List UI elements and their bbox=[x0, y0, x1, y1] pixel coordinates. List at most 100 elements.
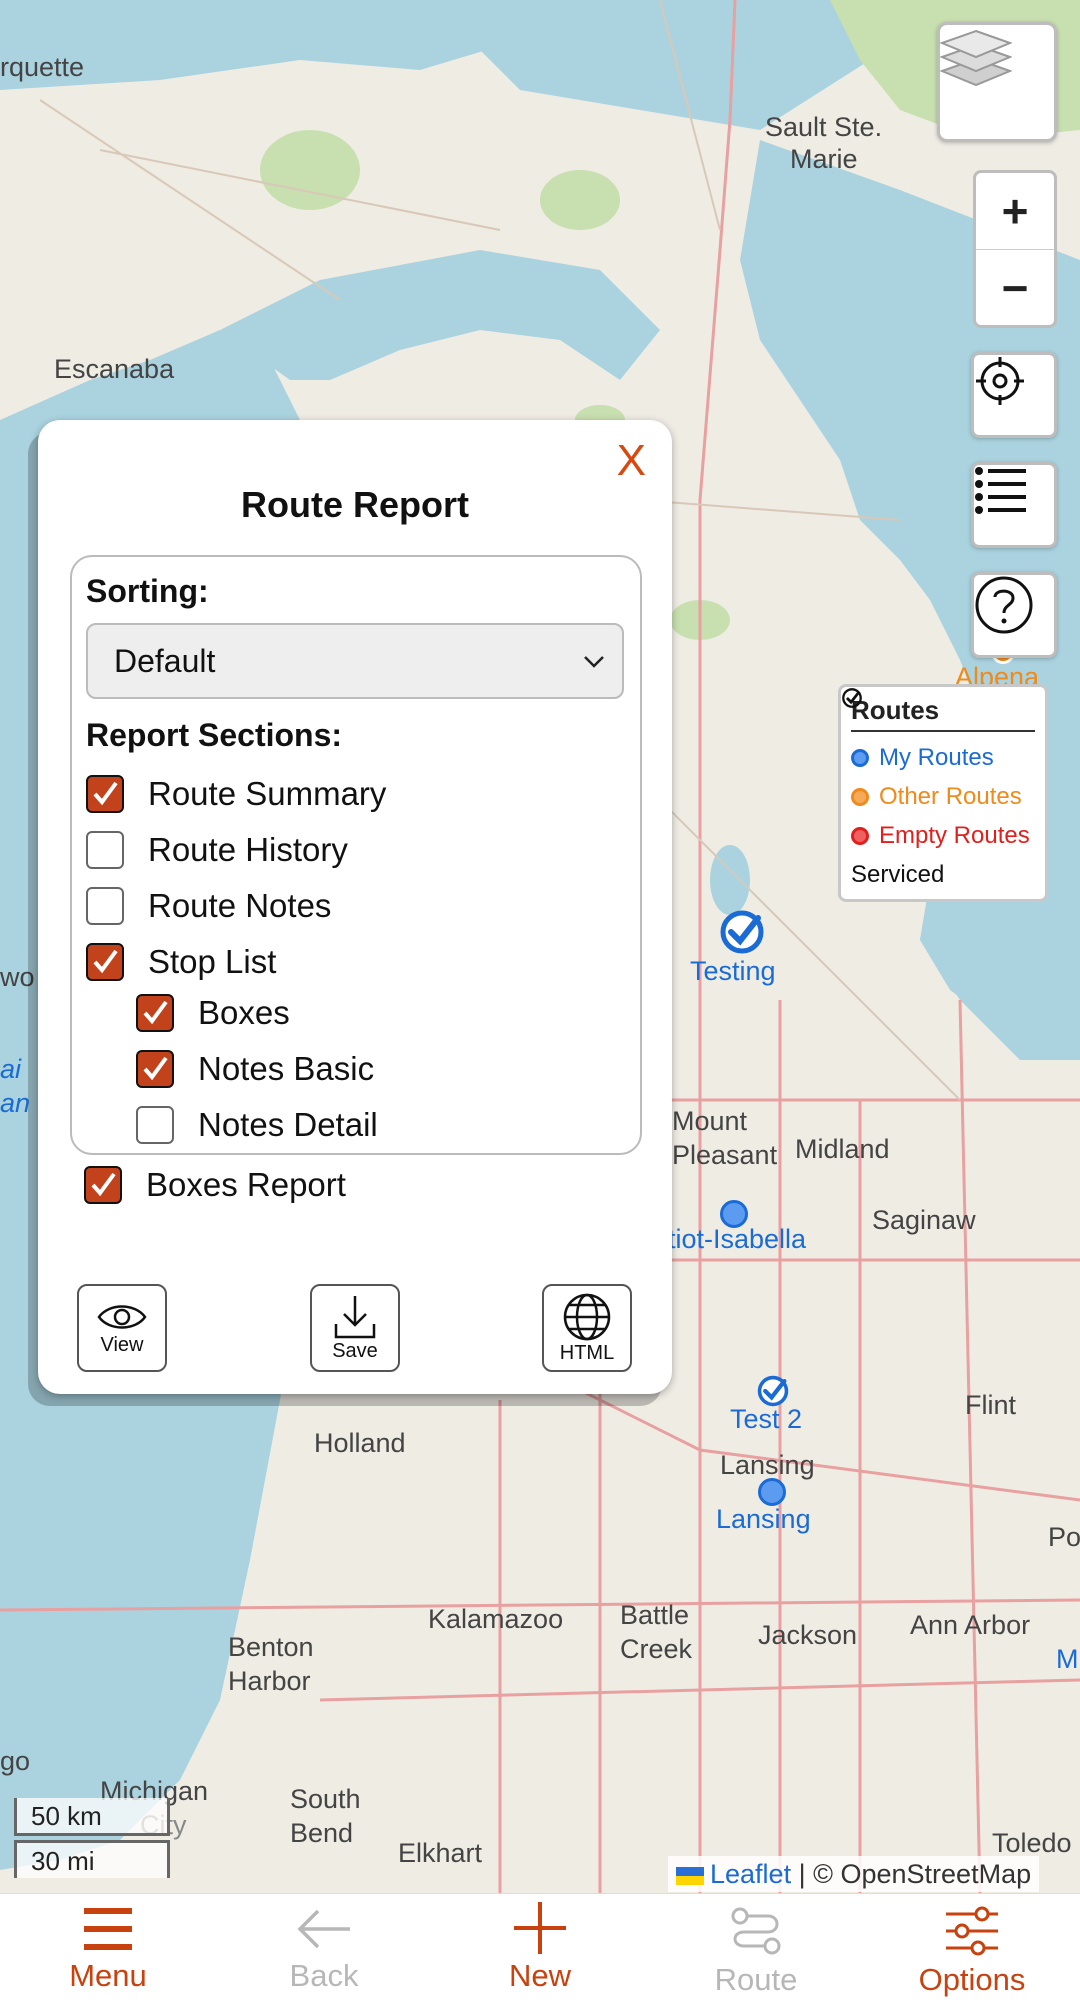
leaflet-link[interactable]: Leaflet bbox=[710, 1859, 791, 1889]
blue-dot-icon bbox=[851, 748, 869, 767]
checkbox-label: Boxes bbox=[198, 994, 290, 1031]
place-label: Lansing bbox=[720, 1450, 815, 1480]
legend-label: Other Routes bbox=[879, 782, 1022, 810]
bottom-nav: Menu Back New Route Options bbox=[0, 1893, 1080, 2016]
place-label: ai bbox=[0, 1054, 22, 1084]
hamburger-icon bbox=[84, 1908, 132, 1950]
route-marker-label: Testing bbox=[690, 956, 776, 986]
legend-title: Routes bbox=[851, 695, 1035, 732]
view-button[interactable]: View bbox=[77, 1284, 167, 1372]
section-route-notes[interactable]: Route Notes bbox=[86, 887, 331, 925]
checkbox-unchecked[interactable] bbox=[86, 831, 124, 869]
route-marker-my[interactable] bbox=[758, 1478, 786, 1506]
checkbox-checked[interactable] bbox=[84, 1166, 122, 1204]
place-label: Flint bbox=[965, 1390, 1017, 1420]
place-label: M bbox=[1056, 1644, 1079, 1674]
place-label: Toledo bbox=[992, 1828, 1072, 1858]
place-label: Po bbox=[1048, 1522, 1080, 1552]
check-circle-icon bbox=[842, 688, 862, 708]
checkbox-label: Route Summary bbox=[148, 775, 387, 812]
list-icon bbox=[975, 467, 1026, 514]
place-label: Jackson bbox=[758, 1620, 858, 1650]
checkbox-label: Route History bbox=[148, 831, 348, 868]
section-notes-basic[interactable]: Notes Basic bbox=[136, 1050, 374, 1088]
section-route-summary[interactable]: Route Summary bbox=[86, 775, 386, 813]
place-label: Saginaw bbox=[872, 1205, 976, 1235]
arrow-left-icon bbox=[297, 1909, 350, 1949]
html-button[interactable]: HTML bbox=[542, 1284, 632, 1372]
nav-new[interactable]: New bbox=[432, 1894, 648, 2016]
nav-new-label: New bbox=[508, 1958, 571, 1993]
checkbox-unchecked[interactable] bbox=[86, 887, 124, 925]
eye-icon bbox=[97, 1304, 147, 1329]
chevron-down-icon bbox=[582, 625, 606, 722]
close-button[interactable]: X bbox=[617, 436, 646, 486]
place-label: wo bbox=[0, 962, 35, 992]
nav-back[interactable]: Back bbox=[216, 1894, 432, 2016]
section-route-history[interactable]: Route History bbox=[86, 831, 348, 869]
save-button[interactable]: Save bbox=[310, 1284, 400, 1372]
section-stop-list[interactable]: Stop List bbox=[86, 943, 276, 981]
legend-item-my-routes: My Routes bbox=[851, 738, 1035, 777]
route-list-button[interactable] bbox=[971, 462, 1057, 548]
osm-attribution: | © OpenStreetMap bbox=[791, 1859, 1032, 1889]
legend-item-empty-routes: Empty Routes bbox=[851, 816, 1035, 855]
legend-item-other-routes: Other Routes bbox=[851, 777, 1035, 816]
nav-options[interactable]: Options bbox=[864, 1894, 1080, 2016]
sorting-value: Default bbox=[114, 643, 216, 679]
route-report-dialog: X Route Report Sorting: Default Report S… bbox=[38, 420, 672, 1394]
legend-label: My Routes bbox=[879, 743, 994, 771]
legend-label: Serviced bbox=[851, 860, 945, 888]
checkbox-label: Notes Detail bbox=[198, 1106, 378, 1143]
section-boxes[interactable]: Boxes bbox=[136, 994, 290, 1032]
scale-km: 50 km bbox=[14, 1798, 170, 1836]
checkbox-checked[interactable] bbox=[86, 775, 124, 813]
layers-icon bbox=[940, 29, 1012, 87]
place-label: Elkhart bbox=[398, 1838, 483, 1868]
place-label: Midland bbox=[795, 1134, 890, 1164]
place-label: Sault Ste. bbox=[765, 112, 883, 142]
section-boxes-report[interactable]: Boxes Report bbox=[84, 1166, 346, 1204]
place-label: an bbox=[0, 1088, 31, 1118]
section-notes-detail[interactable]: Notes Detail bbox=[136, 1106, 378, 1144]
nav-menu[interactable]: Menu bbox=[0, 1894, 216, 2016]
route-marker-label: Lansing bbox=[716, 1504, 811, 1534]
zoom-in-button[interactable]: + bbox=[976, 173, 1054, 250]
checkbox-label: Stop List bbox=[148, 943, 277, 980]
sliders-icon bbox=[946, 1906, 998, 1956]
locate-button[interactable] bbox=[971, 352, 1057, 438]
place-label: Ann Arbor bbox=[910, 1610, 1031, 1640]
checkbox-unchecked[interactable] bbox=[136, 1106, 174, 1144]
legend-item-serviced: Serviced bbox=[842, 688, 1035, 894]
route-marker-label: Test 2 bbox=[730, 1404, 803, 1434]
place-label: Kalamazoo bbox=[428, 1604, 564, 1634]
nav-menu-label: Menu bbox=[69, 1958, 147, 1993]
red-dot-icon bbox=[851, 826, 869, 845]
dialog-title: Route Report bbox=[241, 484, 469, 525]
checkbox-checked[interactable] bbox=[86, 943, 124, 981]
download-icon bbox=[334, 1295, 376, 1338]
zoom-control: + − bbox=[973, 170, 1057, 328]
save-label: Save bbox=[332, 1339, 378, 1362]
html-label: HTML bbox=[559, 1341, 615, 1364]
crosshair-icon bbox=[976, 357, 1024, 405]
plus-icon bbox=[514, 1902, 566, 1954]
place-label: South bbox=[290, 1784, 361, 1814]
ukraine-flag-icon bbox=[676, 1866, 704, 1885]
sorting-select[interactable]: Default bbox=[86, 623, 624, 699]
report-options-panel: Sorting: Default Report Sections: Route … bbox=[70, 555, 642, 1155]
place-label: Marie bbox=[790, 144, 858, 174]
place-label: go bbox=[0, 1746, 31, 1776]
zoom-out-button[interactable]: − bbox=[976, 250, 1054, 325]
place-label: Mount bbox=[672, 1106, 748, 1136]
nav-route[interactable]: Route bbox=[648, 1894, 864, 2016]
place-label: Benton bbox=[228, 1632, 314, 1662]
help-icon bbox=[975, 576, 1033, 634]
nav-back-label: Back bbox=[289, 1958, 359, 1993]
layers-button[interactable] bbox=[937, 22, 1057, 142]
help-button[interactable] bbox=[971, 572, 1057, 658]
nav-route-label: Route bbox=[714, 1962, 798, 1997]
place-label: Battle bbox=[620, 1600, 690, 1630]
checkbox-checked[interactable] bbox=[136, 1050, 174, 1088]
checkbox-checked[interactable] bbox=[136, 994, 174, 1032]
